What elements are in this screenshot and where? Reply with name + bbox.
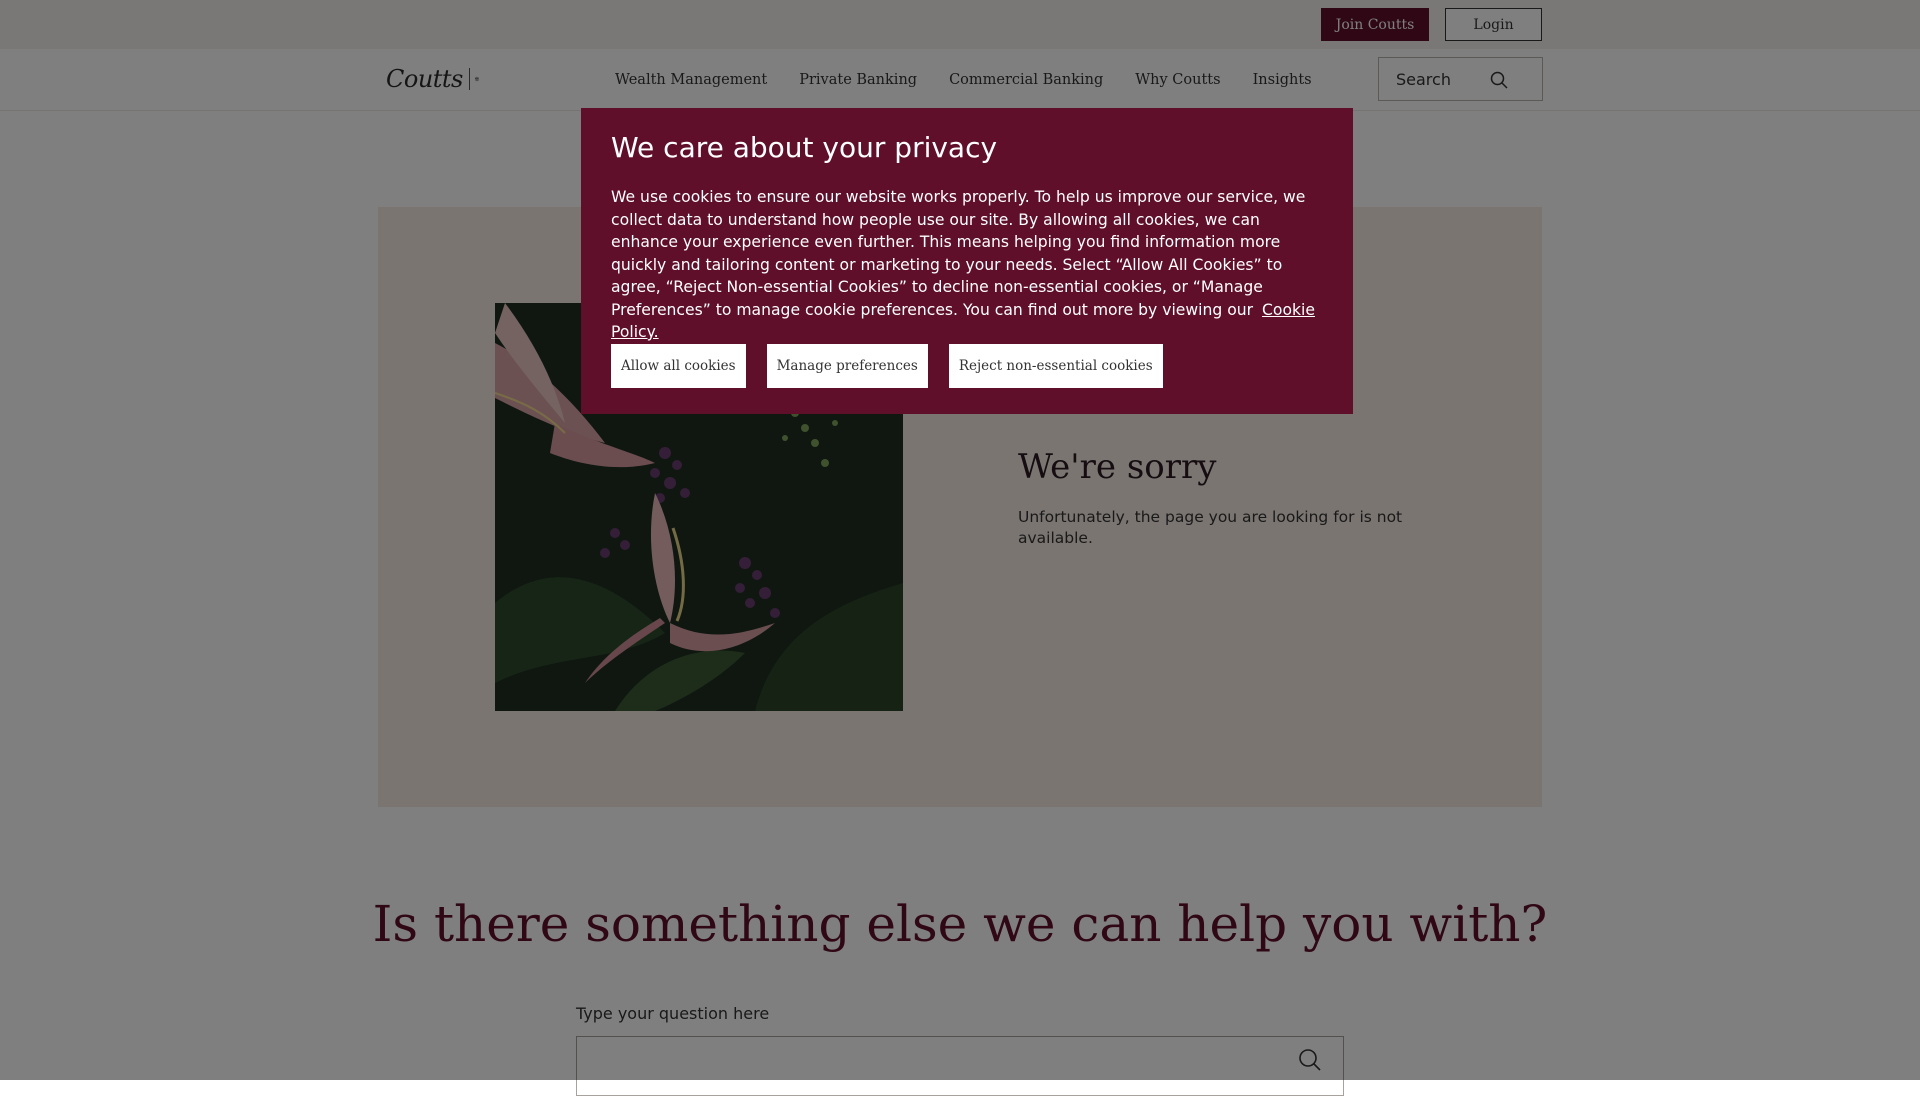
cookie-actions: Allow all cookies Manage preferences Rej… <box>611 344 1184 388</box>
allow-all-cookies-button[interactable]: Allow all cookies <box>611 344 746 388</box>
reject-non-essential-cookies-button[interactable]: Reject non-essential cookies <box>949 344 1163 388</box>
manage-preferences-button[interactable]: Manage preferences <box>767 344 928 388</box>
cookie-dialog-title: We care about your privacy <box>611 130 1323 166</box>
cookie-dialog-body: We use cookies to ensure our website wor… <box>611 186 1323 344</box>
cookie-consent-dialog: We care about your privacy We use cookie… <box>581 108 1353 414</box>
cookie-body-text: We use cookies to ensure our website wor… <box>611 188 1305 319</box>
